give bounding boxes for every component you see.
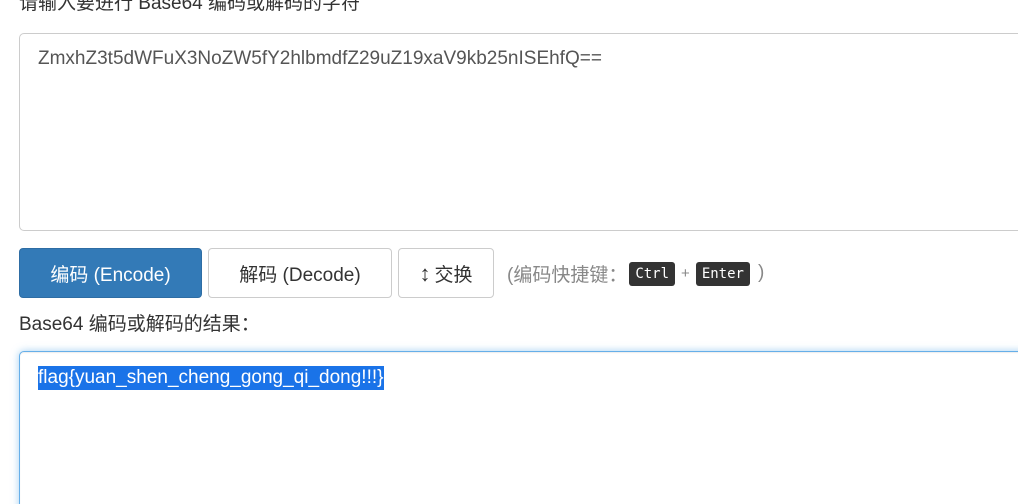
- kbd-enter: Enter: [695, 262, 750, 286]
- input-textarea[interactable]: ZmxhZ3t5dWFuX3NoZW5fY2hlbmdfZ29uZ19xaV9k…: [19, 33, 1018, 231]
- swap-button[interactable]: ↕ 交换: [398, 248, 494, 298]
- shortcut-prefix: (编码快捷键：: [507, 264, 628, 286]
- swap-vertical-icon: ↕: [419, 261, 431, 286]
- kbd-ctrl: Ctrl: [629, 262, 676, 286]
- shortcut-suffix: ): [757, 262, 765, 283]
- output-text-selected: flag{yuan_shen_cheng_gong_qi_dong!!!}: [38, 366, 384, 390]
- result-label: Base64 编码或解码的结果：: [19, 314, 260, 335]
- swap-button-label: 交换: [434, 264, 473, 286]
- kbd-plus: +: [681, 264, 690, 282]
- encode-button[interactable]: 编码 (Encode): [19, 248, 202, 298]
- decode-button[interactable]: 解码 (Decode): [208, 248, 392, 298]
- input-label: 请输入要进行 Base64 编码或解码的字符: [19, 0, 360, 14]
- input-text: ZmxhZ3t5dWFuX3NoZW5fY2hlbmdfZ29uZ19xaV9k…: [38, 48, 602, 69]
- base64-tool: 请输入要进行 Base64 编码或解码的字符 ZmxhZ3t5dWFuX3NoZ…: [0, 0, 1018, 504]
- output-textarea[interactable]: flag{yuan_shen_cheng_gong_qi_dong!!!}: [19, 351, 1018, 504]
- shortcut-hint: (编码快捷键： Ctrl + Enter ): [507, 258, 764, 288]
